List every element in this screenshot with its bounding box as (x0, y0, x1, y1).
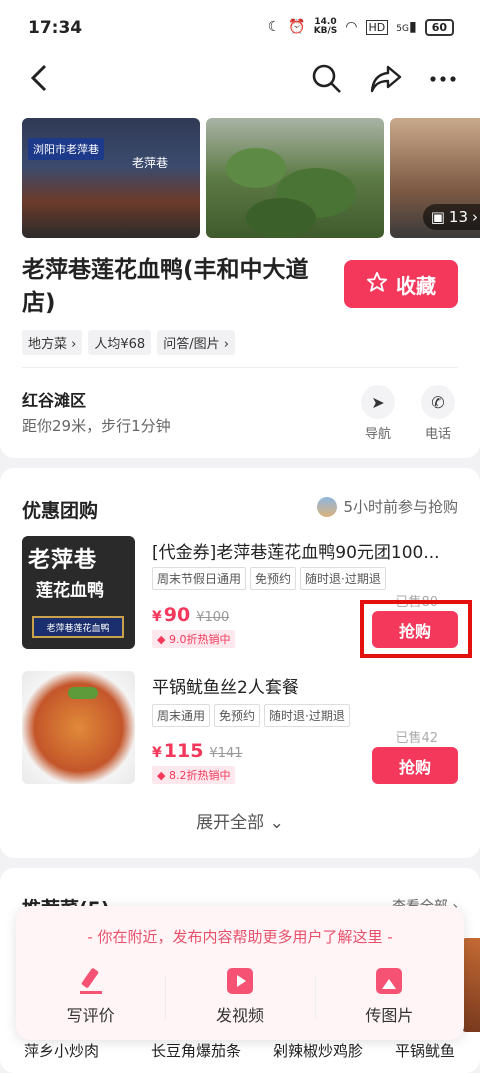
deal-title-2[interactable]: 平锅鱿鱼丝2人套餐 (152, 673, 462, 698)
chevron-down-icon: ⌄ (269, 813, 284, 833)
shop-photo-storefront[interactable]: 浏阳市老萍巷 老萍巷 (22, 118, 200, 238)
net-speed: 14.0 KB/S (313, 17, 338, 36)
moon-icon: ☾ (267, 19, 281, 35)
deal-discount-1: ◆ 9.0折热销中 (152, 630, 236, 648)
battery-icon: 60 (424, 18, 454, 36)
avatar (317, 496, 338, 517)
dish-item[interactable]: 平锅鱿鱼 (395, 1040, 455, 1061)
deals-title: 优惠团购 (22, 500, 99, 522)
shop-name: 老萍巷莲花血鸭(丰和中大道店) (22, 257, 309, 316)
deal-sold-2: 已售42 (395, 731, 438, 746)
pen-icon (78, 968, 104, 994)
divider (22, 367, 458, 368)
deal-image-1[interactable]: 老萍巷 莲花血鸭 老萍巷莲花血鸭 (22, 536, 135, 649)
deal-tags-2: 周末通用 免预约 随时退·过期退 (152, 704, 350, 727)
more-icon[interactable] (430, 64, 456, 101)
phone-button[interactable]: ✆ 电话 (418, 385, 458, 442)
buy-button-2[interactable]: 抢购 (372, 747, 458, 784)
deal-discount-2: ◆ 8.2折热销中 (152, 766, 236, 784)
publish-prompt-popup: - 你在附近，发布内容帮助更多用户了解这里 - 写评价 发视频 传图片 (16, 906, 464, 1040)
prompt-message: - 你在附近，发布内容帮助更多用户了解这里 - (87, 928, 393, 946)
shop-photo-plant[interactable] (206, 118, 384, 238)
recent-purchase: 5小时前参与抢购 (317, 496, 458, 517)
shop-photo-interior[interactable]: ▣ 13 › (390, 118, 480, 238)
favorite-button[interactable]: 收藏 (344, 260, 458, 308)
tag-avg-price: 人均¥68 (88, 330, 152, 355)
dish-thumbnail[interactable] (462, 938, 480, 1032)
navigation-icon: ➤ (361, 385, 395, 419)
deal-image-2[interactable] (22, 671, 135, 784)
shop-tags: 地方菜 › 人均¥68 问答/图片 › (22, 330, 235, 355)
photo-strip[interactable]: 浏阳市老萍巷 老萍巷 ▣ 13 › (22, 118, 480, 238)
dish-item[interactable]: 剁辣椒炒鸡胗 (273, 1040, 363, 1061)
tag-qa[interactable]: 问答/图片 › (157, 330, 235, 355)
wifi-icon: ◠ (345, 19, 358, 35)
write-review-button[interactable]: 写评价 (16, 968, 165, 1026)
share-icon[interactable] (370, 64, 402, 101)
dish-item[interactable]: 萍乡小炒肉 (24, 1040, 99, 1061)
deal-price-2: ¥115 ¥141 (152, 740, 243, 762)
top-nav (0, 58, 480, 108)
deal-title-1[interactable]: [代金券]老萍巷莲花血鸭90元团100... (152, 538, 462, 563)
photo-count-badge[interactable]: ▣ 13 › (422, 204, 480, 230)
tag-cuisine[interactable]: 地方菜 › (22, 330, 83, 355)
star-icon (366, 271, 388, 298)
video-icon (226, 968, 253, 994)
navigate-button[interactable]: ➤ 导航 (358, 385, 398, 442)
deal-tags-1: 周末节假日通用 免预约 随时退·过期退 (152, 567, 386, 590)
distance: 距你29米，步行1分钟 (22, 417, 171, 435)
upload-photo-button[interactable]: 传图片 (314, 968, 464, 1026)
status-time: 17:34 (28, 18, 83, 38)
dish-item[interactable]: 长豆角爆茄条 (151, 1040, 241, 1061)
district: 红谷滩区 (22, 391, 87, 410)
photo-icon (376, 968, 403, 994)
highlight-box (360, 600, 472, 658)
deal-price-1: ¥90 ¥100 (152, 604, 230, 626)
post-video-button[interactable]: 发视频 (165, 968, 314, 1026)
dish-list: 萍乡小炒肉 长豆角爆茄条 剁辣椒炒鸡胗 平锅鱿鱼 (0, 1040, 480, 1061)
phone-icon: ✆ (421, 385, 455, 419)
hd-icon: HD (365, 19, 389, 35)
chevron-right-icon: › (472, 208, 478, 226)
signal-icon: 5G▮ (396, 19, 417, 35)
image-icon: ▣ (430, 208, 445, 226)
back-icon[interactable] (30, 64, 48, 100)
expand-all-button[interactable]: 展开全部 ⌄ (0, 808, 480, 833)
search-icon[interactable] (312, 64, 342, 101)
deals-card (0, 468, 480, 858)
status-bar: 17:34 ☾ ⏰ 14.0 KB/S ◠ HD 5G▮ 60 (0, 0, 480, 58)
alarm-icon: ⏰ (288, 19, 306, 35)
